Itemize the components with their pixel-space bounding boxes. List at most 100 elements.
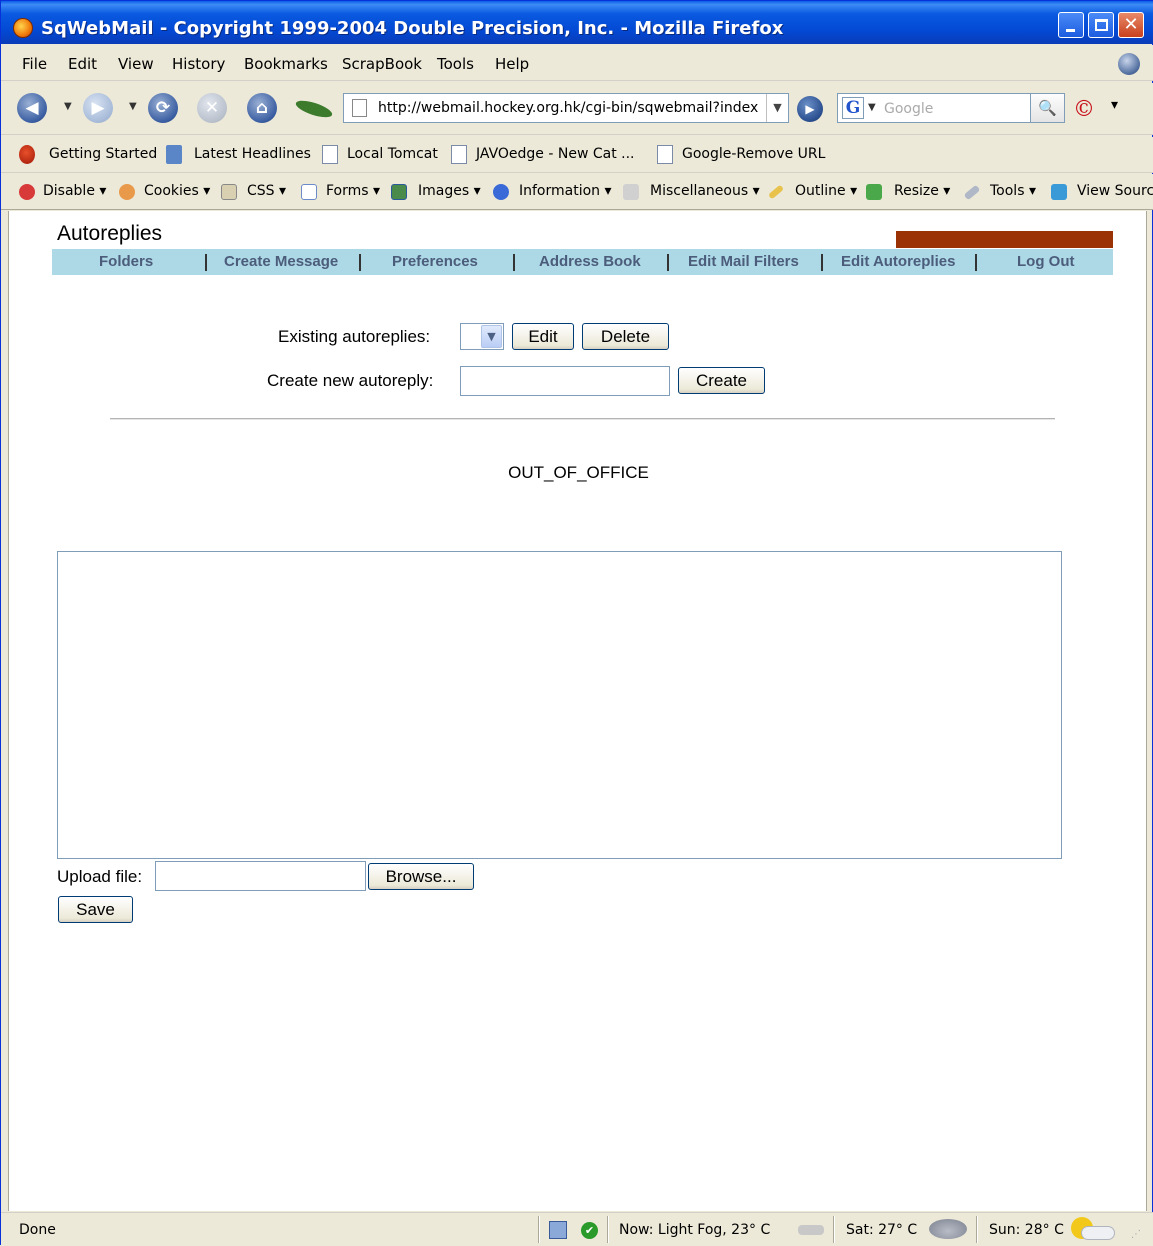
back-arrow-icon: ◀ (25, 98, 39, 118)
dev-outline-menu[interactable]: Outline ▾ (795, 183, 857, 199)
weather-sunday[interactable]: Sun: 28° C (989, 1222, 1064, 1238)
menu-tools[interactable]: Tools (437, 55, 474, 73)
nav-folders[interactable]: Folders (99, 253, 153, 270)
go-button[interactable]: ▶ (797, 96, 823, 122)
nav-edit-autoreplies[interactable]: Edit Autoreplies (841, 253, 955, 270)
menu-edit[interactable]: Edit (68, 55, 97, 73)
dev-miscellaneous-menu[interactable]: Miscellaneous ▾ (650, 183, 760, 199)
dev-disable-menu[interactable]: Disable ▾ (43, 183, 106, 199)
partly-cloudy-icon (1081, 1226, 1115, 1240)
bookmark-local-tomcat[interactable]: Local Tomcat (347, 146, 438, 162)
status-separator (607, 1216, 609, 1243)
check-ok-icon[interactable]: ✔ (581, 1222, 598, 1239)
new-autoreply-name-input[interactable] (460, 366, 670, 396)
page-icon (322, 145, 338, 164)
fog-icon (798, 1225, 824, 1235)
bookmark-javoedge[interactable]: JAVOedge - New Cat ... (476, 146, 635, 162)
weather-saturday[interactable]: Sat: 27° C (846, 1222, 917, 1238)
nav-create-message[interactable]: Create Message (224, 253, 338, 270)
page-info-icon[interactable] (549, 1221, 567, 1239)
information-icon (493, 184, 509, 200)
existing-autoreplies-label: Existing autoreplies: (278, 327, 431, 346)
rss-feed-icon (166, 145, 182, 164)
autoreply-name-heading: OUT_OF_OFFICE (508, 463, 649, 482)
copy-c-icon[interactable]: © (1073, 97, 1095, 122)
resize-grip-icon[interactable]: ⋰ (1131, 1229, 1145, 1243)
menu-view[interactable]: View (118, 55, 154, 73)
save-button[interactable]: Save (58, 896, 133, 923)
menu-history[interactable]: History (172, 55, 225, 73)
bookmark-getting-started[interactable]: Getting Started (49, 146, 157, 162)
search-placeholder[interactable]: Google (884, 101, 933, 117)
engine-dropdown-icon[interactable]: ▼ (868, 102, 876, 113)
title-bar: SqWebMail - Copyright 1999-2004 Double P… (1, 1, 1153, 44)
upload-file-label: Upload file: (57, 867, 143, 886)
dev-information-menu[interactable]: Information ▾ (519, 183, 612, 199)
create-button[interactable]: Create (678, 367, 765, 394)
menu-file[interactable]: File (22, 55, 47, 73)
close-icon: ✕ (1123, 14, 1139, 35)
nav-separator (821, 254, 823, 271)
url-text[interactable]: http://webmail.hockey.org.hk/cgi-bin/sqw… (378, 100, 758, 116)
home-button[interactable]: ⌂ (247, 93, 277, 123)
autoreply-text-area[interactable] (57, 551, 1062, 859)
dev-cookies-menu[interactable]: Cookies ▾ (144, 183, 210, 199)
css-icon (221, 184, 237, 200)
dev-tools-menu[interactable]: Tools ▾ (990, 183, 1036, 199)
url-dropdown-icon[interactable]: ▼ (766, 94, 788, 122)
forward-button[interactable]: ▶ (83, 93, 113, 123)
view-source-icon (1051, 184, 1067, 200)
page-content: Autoreplies Folders Create Message Prefe… (8, 211, 1147, 1211)
forward-arrow-icon: ▶ (91, 98, 105, 118)
images-icon (391, 184, 407, 200)
search-icon[interactable]: 🔍 (1030, 94, 1064, 122)
bookmarks-toolbar: Getting Started Latest Headlines Local T… (1, 137, 1153, 173)
dev-images-menu[interactable]: Images ▾ (418, 183, 481, 199)
web-developer-toolbar: Disable ▾ Cookies ▾ CSS ▾ Forms ▾ Images… (1, 174, 1153, 210)
chevron-down-icon[interactable]: ▼ (481, 325, 502, 348)
search-box[interactable]: G ▼ Google 🔍 (837, 93, 1065, 123)
dev-view-source-button[interactable]: View Sourc (1077, 183, 1153, 199)
upload-file-input[interactable] (155, 861, 366, 891)
browse-button[interactable]: Browse... (368, 863, 474, 890)
toolbar-overflow-icon[interactable]: ▾ (1111, 97, 1118, 113)
home-icon: ⌂ (255, 98, 269, 118)
minimize-icon (1066, 29, 1075, 32)
firefox-icon (13, 18, 33, 38)
google-engine-icon[interactable]: G (842, 97, 864, 119)
menu-scrapbook[interactable]: ScrapBook (342, 55, 422, 73)
close-button[interactable]: ✕ (1118, 12, 1144, 38)
back-dropdown-icon[interactable]: ▼ (64, 101, 72, 112)
existing-autoreplies-select[interactable]: ▼ (460, 323, 504, 350)
dev-forms-menu[interactable]: Forms ▾ (326, 183, 380, 199)
menu-help[interactable]: Help (495, 55, 529, 73)
url-bar[interactable]: http://webmail.hockey.org.hk/cgi-bin/sqw… (343, 93, 789, 123)
maximize-button[interactable] (1088, 12, 1114, 38)
nav-preferences[interactable]: Preferences (392, 253, 478, 270)
weather-now[interactable]: Now: Light Fog, 23° C (619, 1222, 770, 1238)
forward-dropdown-icon[interactable]: ▼ (129, 101, 137, 112)
minimize-button[interactable] (1058, 12, 1084, 38)
nav-log-out[interactable]: Log Out (1017, 253, 1074, 270)
edit-button[interactable]: Edit (512, 323, 574, 350)
stop-button[interactable]: ✕ (197, 93, 227, 123)
nav-edit-mail-filters[interactable]: Edit Mail Filters (688, 253, 799, 270)
browser-window: SqWebMail - Copyright 1999-2004 Double P… (0, 0, 1153, 1246)
nav-separator (359, 254, 361, 271)
navigation-toolbar: ◀ ▼ ▶ ▼ ⟳ ✕ ⌂ http://webmail.hockey.org.… (1, 83, 1153, 135)
bookmark-latest-headlines[interactable]: Latest Headlines (194, 146, 311, 162)
dev-css-menu[interactable]: CSS ▾ (247, 183, 286, 199)
stop-icon: ✕ (204, 98, 220, 118)
nav-address-book[interactable]: Address Book (539, 253, 641, 270)
scrapbook-leaf-icon[interactable] (294, 97, 334, 121)
page-icon (657, 145, 673, 164)
dev-resize-menu[interactable]: Resize ▾ (894, 183, 950, 199)
bookmark-google-remove-url[interactable]: Google-Remove URL (682, 146, 825, 162)
cookies-icon (119, 184, 135, 200)
menu-bookmarks[interactable]: Bookmarks (244, 55, 328, 73)
status-separator (833, 1216, 835, 1243)
miscellaneous-icon (623, 184, 639, 200)
back-button[interactable]: ◀ (17, 93, 47, 123)
reload-button[interactable]: ⟳ (148, 93, 178, 123)
delete-button[interactable]: Delete (582, 323, 669, 350)
